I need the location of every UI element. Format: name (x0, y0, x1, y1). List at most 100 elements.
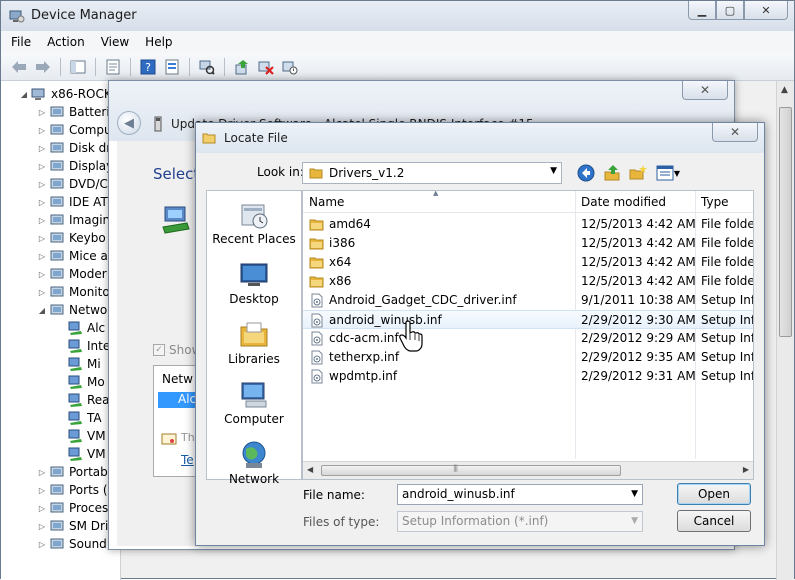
expand-icon[interactable]: ▷ (37, 144, 47, 153)
dropdown-arrow-icon[interactable]: ▼ (631, 516, 638, 526)
file-row[interactable]: tetherxp.inf 2/29/2012 9:35 AM Setup Infc (303, 348, 753, 367)
scroll-left-icon[interactable]: ◀ (307, 465, 313, 474)
tree-item[interactable]: ▷ Mice a (37, 247, 108, 265)
expand-icon[interactable]: ▷ (37, 162, 47, 171)
collapse-icon[interactable]: ◢ (37, 306, 47, 315)
file-row[interactable]: wpdmtp.inf 2/29/2012 9:31 AM Setup Infc (303, 367, 753, 386)
tree-item[interactable]: ▷ Moder (37, 265, 107, 283)
disable-button[interactable] (280, 57, 300, 77)
tree-item[interactable]: ▷ Disk dr (37, 139, 111, 157)
new-folder-button[interactable] (628, 163, 648, 183)
file-row[interactable]: amd64 12/5/2013 4:42 AM File folder (303, 215, 753, 234)
menu-view[interactable]: View (101, 35, 129, 49)
tree-item-network-adapter[interactable]: TA (55, 409, 102, 427)
show-hide-tree-button[interactable] (68, 57, 88, 77)
dropdown-arrow-icon[interactable]: ▼ (631, 489, 638, 499)
expand-icon[interactable]: ▷ (37, 234, 47, 243)
checkbox-checked-icon[interactable]: ✓ (153, 344, 165, 356)
driver-signing-link[interactable]: Te (181, 453, 194, 467)
menu-action[interactable]: Action (47, 35, 85, 49)
tree-item[interactable]: ▷ DVD/C (37, 175, 108, 193)
menu-file[interactable]: File (11, 35, 31, 49)
column-type[interactable]: Type (701, 195, 729, 209)
tree-item[interactable]: ▷ Display (37, 157, 113, 175)
expand-icon[interactable]: ▷ (37, 126, 47, 135)
maximize-button[interactable]: ▢ (716, 1, 744, 20)
column-date-modified[interactable]: Date modified (581, 195, 666, 209)
look-in-dropdown[interactable]: Drivers_v1.2 ▼ (302, 162, 562, 184)
forward-button[interactable] (33, 57, 53, 77)
tree-root[interactable]: ◢ x86-ROCK (19, 85, 112, 103)
expand-icon[interactable]: ▷ (37, 198, 47, 207)
tree-item-network-adapter[interactable]: Alc (55, 319, 105, 337)
properties-button[interactable] (103, 57, 123, 77)
uninstall-button[interactable] (256, 57, 276, 77)
close-button[interactable]: ✕ (744, 1, 788, 20)
tree-item[interactable]: ▷ SM Dri (37, 517, 108, 535)
scrollbar-thumb[interactable] (321, 465, 621, 476)
dialog-close-button[interactable]: ✕ (712, 123, 758, 142)
place-desktop[interactable]: Desktop (207, 255, 301, 311)
back-button[interactable] (9, 57, 29, 77)
help-button[interactable]: ? (138, 57, 158, 77)
title-bar[interactable]: Device Manager ▁ ▢ ✕ (1, 1, 794, 31)
update-driver-button[interactable] (232, 57, 252, 77)
cancel-button[interactable]: Cancel (677, 510, 751, 532)
up-one-level-button[interactable] (602, 163, 622, 183)
file-row[interactable]: Android_Gadget_CDC_driver.inf 9/1/2011 10… (303, 291, 753, 310)
tree-item[interactable]: ▷ Imagin (37, 211, 110, 229)
tree-item[interactable]: ▷ IDE AT (37, 193, 108, 211)
file-row[interactable]: i386 12/5/2013 4:42 AM File folder (303, 234, 753, 253)
open-button[interactable]: Open (677, 483, 751, 505)
horizontal-scrollbar[interactable]: ◀ ||| ▶ (303, 461, 753, 479)
tree-item-network-adapter[interactable]: VM (55, 445, 106, 463)
tree-item[interactable]: ▷ Compu (37, 121, 112, 139)
file-row[interactable]: x64 12/5/2013 4:42 AM File folder (303, 253, 753, 272)
wizard-close-button[interactable]: ✕ (682, 81, 728, 100)
file-type-select[interactable]: Setup Information (*.inf) ▼ (397, 511, 643, 532)
tree-item-network-adapter[interactable]: Rea (55, 391, 110, 409)
tree-item[interactable]: ▷ Portab (37, 463, 108, 481)
tree-item[interactable]: ▷ Ports ( (37, 481, 108, 499)
view-menu-button[interactable]: ▼ (654, 163, 682, 183)
view-button[interactable] (162, 57, 182, 77)
expand-icon[interactable]: ▷ (37, 486, 47, 495)
tree-item-network-adapter[interactable]: Inte (55, 337, 110, 355)
collapse-icon[interactable]: ◢ (19, 90, 29, 99)
expand-icon[interactable]: ▷ (37, 522, 47, 531)
file-list[interactable]: ▲ Name Date modified Type amd64 12/5/2013… (302, 190, 754, 480)
file-row[interactable]: cdc-acm.inf 2/29/2012 9:29 AM Setup Infc (303, 329, 753, 348)
expand-icon[interactable]: ▷ (37, 540, 47, 549)
dropdown-arrow-icon[interactable]: ▼ (550, 166, 557, 176)
expand-icon[interactable]: ▷ (37, 468, 47, 477)
go-back-button[interactable] (576, 163, 596, 183)
file-row[interactable]: android_winusb.inf 2/29/2012 9:30 AM Setup… (303, 310, 753, 329)
place-libraries[interactable]: Libraries (207, 315, 301, 371)
scan-hardware-button[interactable] (197, 57, 217, 77)
tree-item-network-adapter[interactable]: VM (55, 427, 106, 445)
place-computer[interactable]: Computer (207, 375, 301, 431)
column-name[interactable]: Name (309, 195, 344, 209)
scroll-up-icon[interactable]: ▲ (781, 85, 788, 95)
place-recent-places[interactable]: Recent Places (207, 195, 301, 251)
scrollbar-thumb[interactable] (779, 107, 792, 337)
expand-icon[interactable]: ▷ (37, 288, 47, 297)
tree-item[interactable]: ◢ Netwo (37, 301, 107, 319)
scroll-right-icon[interactable]: ▶ (743, 465, 749, 474)
expand-icon[interactable]: ▷ (37, 270, 47, 279)
wizard-back-button[interactable]: ◀ (117, 111, 141, 135)
vertical-scrollbar[interactable]: ▲ (776, 81, 794, 580)
tree-item[interactable]: ▷ Batteri (37, 103, 110, 121)
expand-icon[interactable]: ▷ (37, 252, 47, 261)
expand-icon[interactable]: ▷ (37, 216, 47, 225)
minimize-button[interactable]: ▁ (688, 1, 716, 20)
expand-icon[interactable]: ▷ (37, 180, 47, 189)
tree-item[interactable]: ▷ Keybo (37, 229, 106, 247)
tree-item-network-adapter[interactable]: Mo (55, 373, 105, 391)
place-network[interactable]: Network (207, 435, 301, 491)
expand-icon[interactable]: ▷ (37, 504, 47, 513)
tree-item[interactable]: ▷ Monito (37, 283, 110, 301)
expand-icon[interactable]: ▷ (37, 108, 47, 117)
tree-item[interactable]: ▷ Proces (37, 499, 108, 517)
tree-item-network-adapter[interactable]: Mi (55, 355, 101, 373)
